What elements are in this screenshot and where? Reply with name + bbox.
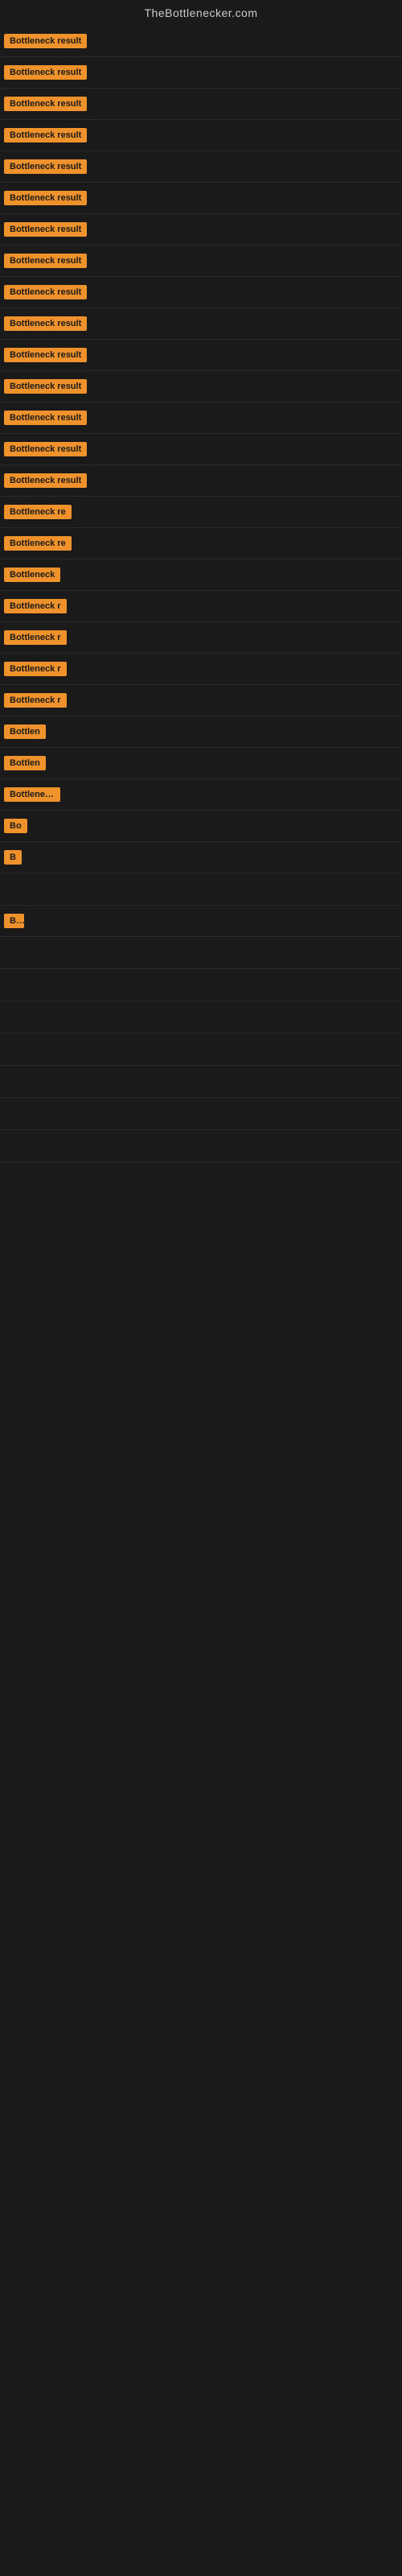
result-row: Bottleneck result <box>0 465 402 497</box>
result-row <box>0 1001 402 1034</box>
result-row: Bottleneck result <box>0 214 402 246</box>
result-row: Bottleneck result <box>0 371 402 402</box>
bottleneck-badge: Bottleneck re <box>4 536 72 551</box>
result-row: Bottleneck re <box>0 497 402 528</box>
bottleneck-badge: Bottleneck r <box>4 693 67 708</box>
result-row <box>0 1066 402 1098</box>
result-row: Bottleneck r <box>0 685 402 716</box>
result-row: Bottlen <box>0 716 402 748</box>
bottleneck-badge: B <box>4 850 22 865</box>
bottleneck-badge: Bottleneck result <box>4 442 87 456</box>
bottleneck-badge: Bottleneck result <box>4 379 87 394</box>
bottleneck-badge: Bottleneck result <box>4 285 87 299</box>
result-row <box>0 937 402 969</box>
bottleneck-badge: Bottleneck r <box>4 630 67 645</box>
result-row: Bottleneck result <box>0 26 402 57</box>
bottleneck-badge: Bottleneck result <box>4 34 87 48</box>
result-row <box>0 1034 402 1066</box>
bottleneck-badge: Bottleneck result <box>4 159 87 174</box>
bottleneck-badge: Bo <box>4 819 27 833</box>
result-row: Bottleneck result <box>0 89 402 120</box>
result-row: Bottleneck <box>0 559 402 591</box>
bottleneck-badge: Bottlen <box>4 724 46 739</box>
result-row: Bottleneck <box>0 779 402 811</box>
site-title: TheBottlenecker.com <box>0 0 402 26</box>
result-row: Bottleneck result <box>0 434 402 465</box>
bottleneck-badge: Bottleneck result <box>4 97 87 111</box>
result-row: Bo <box>0 811 402 842</box>
bottleneck-badge: Bottleneck result <box>4 473 87 488</box>
result-row: Bott <box>0 906 402 937</box>
bottleneck-badge: Bottleneck result <box>4 222 87 237</box>
result-row: Bottleneck result <box>0 277 402 308</box>
bottleneck-badge: Bottleneck <box>4 787 60 802</box>
bottleneck-badge: Bottlen <box>4 756 46 770</box>
result-row: Bottleneck result <box>0 151 402 183</box>
bottleneck-badge: Bottleneck re <box>4 505 72 519</box>
result-row: Bottleneck r <box>0 654 402 685</box>
result-row <box>0 969 402 1001</box>
bottleneck-badge: Bottleneck result <box>4 411 87 425</box>
result-row: Bottleneck result <box>0 120 402 151</box>
result-row: Bottleneck result <box>0 246 402 277</box>
results-list: Bottleneck result Bottleneck result Bottle… <box>0 26 402 1162</box>
result-row: Bottlen <box>0 748 402 779</box>
bottleneck-badge: Bottleneck result <box>4 128 87 142</box>
result-row <box>0 1098 402 1130</box>
result-row: Bottleneck r <box>0 622 402 654</box>
result-row: Bottleneck r <box>0 591 402 622</box>
result-row: Bottleneck result <box>0 308 402 340</box>
bottleneck-badge: Bottleneck result <box>4 254 87 268</box>
result-row <box>0 1130 402 1162</box>
result-row: Bottleneck result <box>0 402 402 434</box>
bottleneck-badge: Bott <box>4 914 24 928</box>
bottleneck-badge: Bottleneck result <box>4 316 87 331</box>
result-row: B <box>0 842 402 873</box>
bottleneck-badge: Bottleneck result <box>4 348 87 362</box>
result-row: Bottleneck result <box>0 57 402 89</box>
bottleneck-badge: Bottleneck <box>4 568 60 582</box>
result-row: Bottleneck result <box>0 183 402 214</box>
bottleneck-badge: Bottleneck r <box>4 662 67 676</box>
result-row: Bottleneck re <box>0 528 402 559</box>
bottleneck-badge: Bottleneck result <box>4 65 87 80</box>
bottleneck-badge: Bottleneck r <box>4 599 67 613</box>
bottleneck-badge: Bottleneck result <box>4 191 87 205</box>
result-row <box>0 873 402 906</box>
result-row: Bottleneck result <box>0 340 402 371</box>
